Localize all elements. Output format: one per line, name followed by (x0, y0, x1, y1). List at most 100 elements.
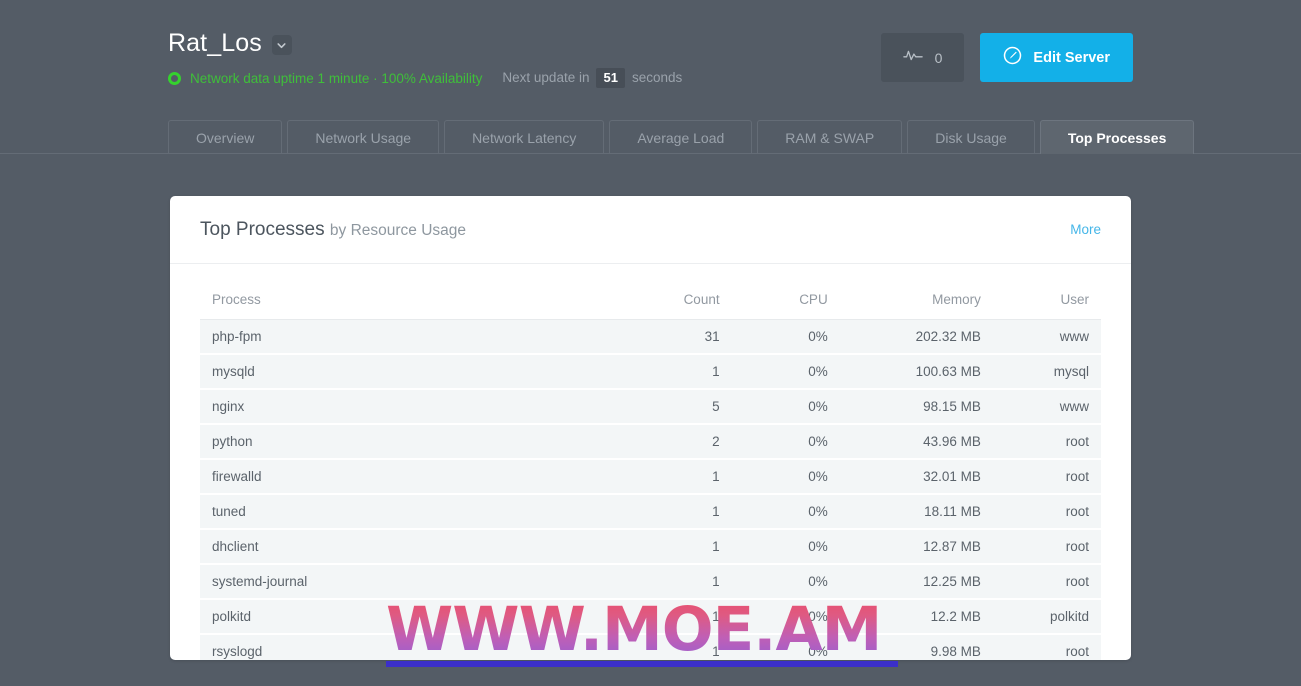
next-update-block: Next update in 51 seconds (502, 68, 682, 88)
app-root: Rat_Los Network data uptime 1 minute · 1… (0, 0, 1301, 686)
process-name-cell: php-fpm (200, 319, 615, 354)
table-row[interactable]: nginx 5 0% 98.15 MB www (200, 388, 1101, 424)
status-row: Network data uptime 1 minute · 100% Avai… (168, 68, 682, 88)
activity-monitor-button[interactable]: 0 (880, 33, 965, 82)
process-count-cell: 1 (614, 353, 732, 389)
process-name-cell: systemd-journal (200, 563, 615, 599)
process-user-cell: www (992, 388, 1101, 424)
process-user-cell: root (992, 493, 1101, 529)
process-memory-cell: 12.87 MB (839, 528, 993, 564)
page-title: Rat_Los (168, 29, 262, 57)
activity-pulse-icon (902, 48, 923, 67)
table-row[interactable]: dhclient 1 0% 12.87 MB root (200, 528, 1101, 564)
column-header-count[interactable]: Count (614, 286, 732, 320)
process-memory-cell: 43.96 MB (839, 423, 993, 459)
process-cpu-cell: 0% (731, 353, 840, 389)
tab-bar: Overview Network Usage Network Latency A… (0, 120, 1301, 154)
column-header-process[interactable]: Process (200, 286, 615, 320)
process-count-cell: 1 (614, 528, 732, 564)
process-name-cell: rsyslogd (200, 633, 615, 660)
top-processes-card: Top Processes by Resource Usage More Pro… (170, 196, 1131, 660)
status-text: Network data uptime 1 minute · 100% Avai… (190, 70, 483, 86)
column-header-cpu[interactable]: CPU (731, 286, 840, 320)
card-title: Top Processes by Resource Usage (200, 219, 466, 241)
card-title-subtitle: by Resource Usage (329, 221, 467, 239)
table-row[interactable]: mysqld 1 0% 100.63 MB mysql (200, 353, 1101, 389)
server-title-block: Rat_Los Network data uptime 1 minute · 1… (168, 28, 682, 88)
tab-label: Network Latency (472, 129, 577, 146)
next-update-seconds-badge: 51 (596, 68, 625, 88)
process-memory-cell: 202.32 MB (839, 319, 993, 354)
next-update-suffix: seconds (631, 70, 683, 85)
process-count-cell: 1 (614, 598, 732, 634)
column-header-user[interactable]: User (992, 286, 1101, 320)
edit-circle-pencil-icon (1003, 46, 1022, 69)
process-count-cell: 1 (614, 633, 732, 660)
process-cpu-cell: 0% (731, 563, 840, 599)
chevron-down-icon (276, 40, 287, 51)
more-link[interactable]: More (1070, 222, 1101, 237)
server-title-row: Rat_Los (168, 28, 682, 58)
table-row[interactable]: polkitd 1 0% 12.2 MB polkitd (200, 598, 1101, 634)
tab-network-usage[interactable]: Network Usage (287, 120, 440, 154)
tab-disk-usage[interactable]: Disk Usage (907, 120, 1035, 154)
tab-list: Overview Network Usage Network Latency A… (168, 120, 1199, 154)
tab-ram-swap[interactable]: RAM & SWAP (757, 120, 903, 154)
process-name-cell: python (200, 423, 615, 459)
process-cpu-cell: 0% (731, 458, 840, 494)
process-count-cell: 1 (614, 458, 732, 494)
green-ring-status-icon (168, 71, 181, 85)
table-row[interactable]: python 2 0% 43.96 MB root (200, 423, 1101, 459)
process-count-cell: 1 (614, 563, 732, 599)
process-cpu-cell: 0% (731, 423, 840, 459)
tab-top-processes[interactable]: Top Processes (1039, 120, 1195, 154)
process-cpu-cell: 0% (731, 493, 840, 529)
processes-table-wrapper: Process Count CPU Memory User php-fpm 31 0… (170, 264, 1131, 660)
table-row[interactable]: tuned 1 0% 18.11 MB root (200, 493, 1101, 529)
card-title-main: Top Processes (200, 218, 325, 240)
process-cpu-cell: 0% (731, 388, 840, 424)
process-memory-cell: 100.63 MB (839, 353, 993, 389)
process-memory-cell: 32.01 MB (839, 458, 993, 494)
watermark-underline (386, 661, 898, 667)
process-name-cell: nginx (200, 388, 615, 424)
server-switcher-dropdown[interactable] (271, 35, 292, 55)
process-user-cell: root (992, 563, 1101, 599)
table-row[interactable]: firewalld 1 0% 32.01 MB root (200, 458, 1101, 494)
table-row[interactable]: rsyslogd 1 0% 9.98 MB root (200, 633, 1101, 660)
table-row[interactable]: systemd-journal 1 0% 12.25 MB root (200, 563, 1101, 599)
process-cpu-cell: 0% (731, 319, 840, 354)
process-user-cell: root (992, 458, 1101, 494)
card-header: Top Processes by Resource Usage More (170, 196, 1131, 264)
tab-average-load[interactable]: Average Load (609, 120, 753, 154)
process-name-cell: firewalld (200, 458, 615, 494)
process-memory-cell: 12.25 MB (839, 563, 993, 599)
process-memory-cell: 12.2 MB (839, 598, 993, 634)
process-user-cell: mysql (992, 353, 1101, 389)
edit-server-label: Edit Server (1033, 49, 1110, 66)
process-name-cell: dhclient (200, 528, 615, 564)
tab-network-latency[interactable]: Network Latency (444, 120, 605, 154)
table-header-row: Process Count CPU Memory User (200, 286, 1101, 320)
activity-count: 0 (934, 49, 943, 66)
process-cpu-cell: 0% (731, 633, 840, 660)
header-actions: 0 Edit Server (880, 33, 1133, 82)
process-user-cell: root (992, 423, 1101, 459)
process-name-cell: polkitd (200, 598, 615, 634)
processes-table: Process Count CPU Memory User php-fpm 31 0… (200, 286, 1101, 660)
process-cpu-cell: 0% (731, 598, 840, 634)
tab-label: RAM & SWAP (785, 129, 875, 146)
process-count-cell: 5 (614, 388, 732, 424)
process-name-cell: tuned (200, 493, 615, 529)
tab-overview[interactable]: Overview (168, 120, 283, 154)
process-memory-cell: 18.11 MB (839, 493, 993, 529)
tab-label: Network Usage (315, 129, 412, 146)
column-header-memory[interactable]: Memory (839, 286, 993, 320)
table-head: Process Count CPU Memory User (200, 286, 1101, 320)
process-user-cell: root (992, 633, 1101, 660)
process-count-cell: 31 (614, 319, 732, 354)
table-row[interactable]: php-fpm 31 0% 202.32 MB www (200, 319, 1101, 354)
edit-server-button[interactable]: Edit Server (980, 33, 1133, 82)
process-name-cell: mysqld (200, 353, 615, 389)
process-memory-cell: 98.15 MB (839, 388, 993, 424)
